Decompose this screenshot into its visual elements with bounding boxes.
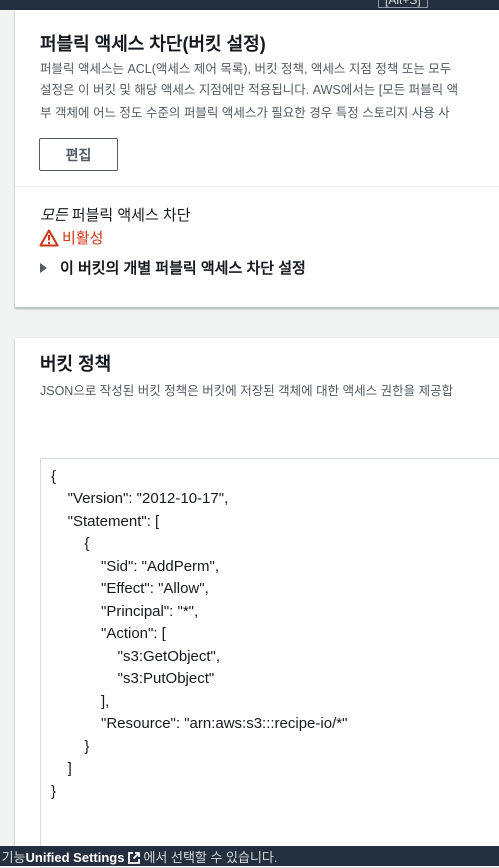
individual-settings-label: 이 버킷의 개별 퍼블릭 액세스 차단 설정 xyxy=(60,260,306,277)
top-navigation-strip: [Alt+S] xyxy=(0,0,499,10)
search-shortcut-hint: [Alt+S] xyxy=(378,0,428,8)
code-line: "s3:PutObject" xyxy=(51,670,215,687)
bottom-suffix-text: 에서 선택할 수 있습니다. xyxy=(143,850,278,865)
code-line: "Principal": "*", xyxy=(51,603,199,620)
code-line: "Sid": "AddPerm", xyxy=(51,558,220,575)
code-line: { xyxy=(51,468,57,485)
bucket-policy-panel: 버킷 정책 JSON으로 작성된 버킷 정책은 버킷에 저장된 객체에 대한 액… xyxy=(15,338,499,868)
external-link-icon xyxy=(128,852,141,864)
code-line: "s3:GetObject", xyxy=(51,648,221,665)
bottom-notification-content: 음 기능 Unified Settings 에서 선택할 수 있습니다. xyxy=(0,846,278,866)
block-all-public-access-label: 모든 퍼블릭 액세스 차단 xyxy=(40,204,191,225)
bucket-policy-desc: JSON으로 작성된 버킷 정책은 버킷에 저장된 객체에 대한 액세스 권한을… xyxy=(40,384,454,398)
warning-icon xyxy=(39,229,59,246)
caret-right-icon xyxy=(40,262,47,273)
block-all-emphasis: 모든 xyxy=(40,207,68,224)
block-public-access-desc-line-1: 퍼블릭 액세스는 ACL(액세스 제어 목록), 버킷 정책, 액세스 지점 정… xyxy=(40,62,452,76)
block-public-access-desc-line-2: 설정은 이 버킷 및 해당 액세스 지점에만 적용됩니다. AWS에서는 [모든… xyxy=(40,83,459,97)
code-line: "Action": [ xyxy=(51,625,166,642)
code-line: "Effect": "Allow", xyxy=(51,580,209,597)
code-line: "Resource": "arn:aws:s3:::recipe-io/*" xyxy=(51,715,348,732)
block-public-access-title: 퍼블릭 액세스 차단(버킷 설정) xyxy=(40,34,266,54)
code-line: "Statement": [ xyxy=(51,513,160,530)
individual-settings-expander[interactable]: 이 버킷의 개별 퍼블릭 액세스 차단 설정 xyxy=(40,257,306,278)
bottom-prefix-text: 음 기능 xyxy=(0,850,26,865)
code-line: } xyxy=(51,738,90,755)
edit-button[interactable]: 편집 xyxy=(39,138,118,171)
policy-code-editor[interactable]: { "Version": "2012-10-17", "Statement": … xyxy=(40,458,499,868)
block-all-text: 퍼블릭 액세스 차단 xyxy=(67,207,191,224)
block-public-access-panel: 퍼블릭 액세스 차단(버킷 설정) 퍼블릭 액세스는 ACL(액세스 제어 목록… xyxy=(15,10,499,308)
code-line: "Version": "2012-10-17", xyxy=(51,490,229,507)
unified-settings-link[interactable]: Unified Settings xyxy=(26,846,125,866)
code-line: } xyxy=(51,783,57,800)
bucket-policy-title: 버킷 정책 xyxy=(40,354,112,374)
status-badge: 비활성 xyxy=(39,227,103,248)
code-line: ] xyxy=(51,760,72,777)
code-line: ], xyxy=(51,693,110,710)
status-text: 비활성 xyxy=(62,230,104,247)
section-divider xyxy=(15,186,499,187)
code-line: { xyxy=(51,535,90,552)
bottom-notification-bar: 음 기능 Unified Settings 에서 선택할 수 있습니다. xyxy=(0,846,499,866)
block-public-access-desc-line-3: 부 객체에 어느 정도 수준의 퍼블릭 액세스가 필요한 경우 특정 스토리지 … xyxy=(40,106,450,120)
